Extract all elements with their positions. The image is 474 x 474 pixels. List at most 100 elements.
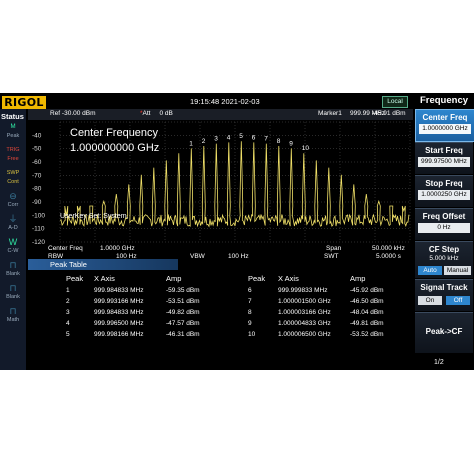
freq-offset-key-value: 0 Hz [418,223,470,233]
menu-title: Frequency [419,95,469,106]
start-freq-key[interactable]: Start Freq 999.97500 MHz [415,142,473,174]
status-peak[interactable]: ᴹ Peak [1,122,25,144]
peak-num: 6 [248,287,252,294]
peak-num: 3 [66,309,70,316]
col-peak-left: Peak [66,274,84,283]
y-axis-label: -80 [32,186,42,193]
peak-x: 999.984833 MHz [94,287,144,294]
status-math[interactable]: ⊓ Math [1,306,25,328]
col-amp-left: Amp [166,274,182,283]
correction-icon: ⊖ [9,191,17,201]
peak-num: 1 [66,287,70,294]
peak-to-cf-key-label: Peak->CF [425,327,463,336]
cf-step-key[interactable]: CF Step 5.000 kHz Auto Manual [415,241,473,278]
peak-x: 999.993166 MHz [94,298,144,305]
peak-num: 2 [66,298,70,305]
trigger-icon: TRIG [6,147,20,153]
page-indicator[interactable]: 1/2 [434,359,444,366]
peak-marker-label: 4 [227,134,231,141]
status-blank-2[interactable]: ⊓ Blank [1,283,25,305]
peak-table-tab[interactable]: Peak Table [28,259,178,270]
peak-to-cf-key[interactable]: Peak->CF [415,312,473,353]
peak-marker-label: 2 [202,138,206,145]
y-axis-label: -90 [32,199,42,206]
signal-track-on[interactable]: On [418,296,442,305]
swt-value: 5.0000 s [376,253,401,260]
rigol-logo: RIGOL [2,96,46,109]
col-xaxis-right: X Axis [278,274,299,283]
freq-offset-key-label: Freq Offset [422,212,466,221]
y-axis-label: -110 [32,226,45,233]
status-cw[interactable]: W C-W [1,237,25,259]
local-badge[interactable]: Local [382,96,408,108]
y-axis-label: -50 [32,146,42,153]
cf-step-key-label: CF Step [428,245,460,254]
status-title: Status [1,112,24,121]
peak-num: 5 [66,331,70,338]
start-freq-key-value: 999.97500 MHz [418,157,470,167]
peak-amp: -53.52 dBm [350,331,384,338]
peak-amp: -45.92 dBm [350,287,384,294]
peak-amp: -47.57 dBm [166,320,200,327]
peak-marker-label: 3 [214,136,218,143]
status-blank-label: Blank [6,271,20,277]
peak-x: 999.998166 MHz [94,331,144,338]
swt-label: SWT [324,253,339,260]
center-freq-value: 1.0000 GHz [100,245,135,252]
status-sweep-label: Cont [7,179,19,185]
y-axis-label: -100 [32,212,45,219]
y-axis-label: -60 [32,159,42,166]
spectrum-plot[interactable]: -40 -50 -60 -70 -80 -90 -100 -110 -120 1 2 3 4 5 6 7 8 9 1… [28,120,413,246]
status-ad[interactable]: ⏚ A-D [1,214,25,236]
peak-num: 7 [248,298,252,305]
status-panel: Status ᴹ Peak TRIG Free SWP Cont ⊖ Corr … [0,109,26,370]
status-blank-label: Blank [6,294,20,300]
cf-step-key-value: 5.000 kHz [429,255,459,262]
peak-x: 999.999833 MHz [278,287,328,294]
peak-num: 4 [66,320,70,327]
peak-marker-label: 1 [189,140,193,147]
marker-amp: -45.91 dBm [372,110,406,117]
vbw-value: 100 Hz [228,253,249,260]
peak-marker-label: 10 [302,145,310,152]
status-sweep[interactable]: SWP Cont [1,168,25,190]
attenuation: *Att 0 dB [140,110,173,117]
peak-icon: ᴹ [10,122,16,132]
marker-label: Marker1 [318,110,342,117]
cw-icon: W [8,237,18,247]
peak-x: 1.000004833 GHz [278,320,331,327]
status-cw-label: C-W [7,248,19,254]
userkey-text: UserKey Set: System, [60,213,129,220]
signal-track-key[interactable]: Signal Track On Off [415,279,473,311]
ad-icon: ⏚ [8,214,18,224]
stop-freq-key[interactable]: Stop Freq 1.0000250 GHz [415,175,473,207]
cf-step-manual[interactable]: Manual [444,266,471,275]
status-corr-label: Corr [7,202,19,208]
status-blank-1[interactable]: ⊓ Blank [1,260,25,282]
col-peak-right: Peak [248,274,266,283]
att-label: Att [142,110,151,117]
center-freq-key[interactable]: Center Freq 1.0000000 GHz [415,109,474,142]
ref-level: Ref -30.00 dBm [50,110,96,117]
start-freq-key-label: Start Freq [425,146,463,155]
blank-icon: ⊓ [9,260,17,270]
cf-step-auto[interactable]: Auto [418,266,442,275]
att-value: 0 dB [159,110,173,117]
status-math-label: Math [6,317,20,323]
status-peak-label: Peak [6,133,20,139]
peak-amp: -59.35 dBm [166,287,200,294]
info-bar: Ref -30.00 dBm *Att 0 dB Marker1 999.99 … [28,109,413,120]
peak-marker-label: 6 [252,134,256,141]
softkey-panel: Center Freq 1.0000000 GHz Start Freq 999… [414,109,474,370]
status-corr[interactable]: ⊖ Corr [1,191,25,213]
col-amp-right: Amp [350,274,366,283]
datetime: 19:15:48 2021-02-03 [190,97,260,106]
peak-num: 8 [248,309,252,316]
peak-marker-label: 7 [264,136,268,143]
status-trigger[interactable]: TRIG Free [1,145,25,167]
peak-amp: -46.31 dBm [166,331,200,338]
freq-offset-key[interactable]: Freq Offset 0 Hz [415,208,473,240]
signal-track-off[interactable]: Off [446,296,470,305]
status-ad-label: A-D [8,225,18,231]
vbw-label: VBW [190,253,205,260]
